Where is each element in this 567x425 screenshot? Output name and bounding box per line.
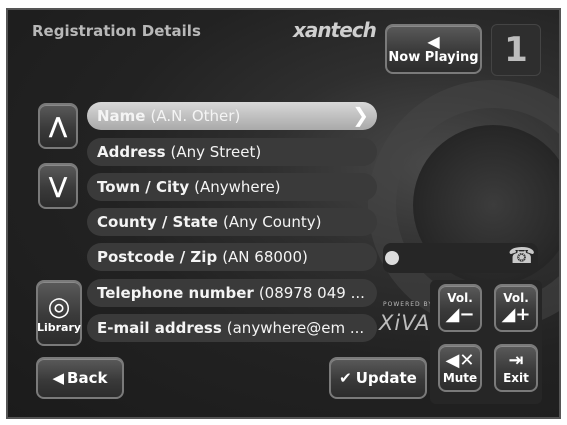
- mute-icon: ◀✕: [445, 350, 475, 371]
- field-value: (Any County): [222, 213, 322, 231]
- field-row-email[interactable]: E-mail address (anywhere@em ...: [87, 314, 377, 342]
- brand-logo: xantech: [293, 18, 377, 42]
- field-label: County / State: [97, 213, 218, 231]
- checkmark-icon: ✔: [339, 369, 352, 387]
- update-button[interactable]: ✔ Update: [329, 357, 427, 399]
- field-row-county-state[interactable]: County / State (Any County): [87, 208, 377, 236]
- field-row-address[interactable]: Address (Any Street): [87, 138, 377, 166]
- field-value: (A.N. Other): [150, 107, 241, 125]
- chevron-down-icon: ⋁: [48, 173, 68, 199]
- field-row-postcode-zip[interactable]: Postcode / Zip (AN 68000): [87, 243, 377, 271]
- exit-icon: ⇥: [508, 350, 524, 371]
- field-label: Postcode / Zip: [97, 248, 218, 266]
- back-arrow-icon: ◀: [52, 369, 65, 387]
- speaker-icon: ◀: [427, 31, 440, 51]
- field-value: (Any Street): [170, 143, 262, 161]
- field-value: (Anywhere): [194, 178, 281, 196]
- chevron-up-icon: ⋀: [48, 113, 68, 139]
- volume-up-button[interactable]: Vol. ◢+: [494, 284, 538, 332]
- scroll-down-button[interactable]: ⋁: [38, 163, 78, 209]
- powered-by-text: POWERED BY: [383, 301, 434, 308]
- field-label: Address: [97, 143, 166, 161]
- page-title: Registration Details: [32, 22, 201, 40]
- mute-label: Mute: [442, 371, 478, 385]
- library-label: Library: [36, 320, 82, 334]
- now-playing-button[interactable]: ◀ Now Playing: [385, 24, 482, 74]
- field-label: E-mail address: [97, 319, 222, 337]
- field-label: Name: [97, 107, 146, 125]
- field-value: (AN 68000): [222, 248, 308, 266]
- volume-down-button[interactable]: Vol. ◢−: [438, 284, 482, 332]
- back-button[interactable]: ◀ Back: [36, 357, 124, 399]
- scroll-up-button[interactable]: ⋀: [38, 103, 78, 149]
- now-playing-label: Now Playing: [388, 49, 479, 65]
- mute-button[interactable]: ◀✕ Mute: [438, 344, 482, 392]
- field-value: (08978 049 ...: [258, 284, 365, 302]
- plus-icon: ◢+: [501, 304, 531, 325]
- field-label: Telephone number: [97, 284, 254, 302]
- volume-down-label: Vol.: [447, 291, 473, 305]
- library-button[interactable]: ◎ Library: [36, 280, 82, 346]
- volume-up-label: Vol.: [503, 291, 529, 305]
- field-row-telephone[interactable]: Telephone number (08978 049 ...: [87, 279, 377, 307]
- field-row-name[interactable]: Name (A.N. Other) ❯: [87, 102, 377, 130]
- field-value: (anywhere@em ...: [226, 319, 365, 337]
- status-dot: [385, 251, 399, 265]
- field-label: Town / City: [97, 178, 190, 196]
- update-label: Update: [355, 369, 417, 387]
- field-row-town-city[interactable]: Town / City (Anywhere): [87, 173, 377, 201]
- disc-stack-icon: ◎: [47, 291, 71, 322]
- minus-icon: ◢−: [445, 304, 475, 325]
- chevron-right-icon: ❯: [352, 103, 369, 127]
- zone-number: 1: [491, 24, 541, 76]
- back-label: Back: [67, 369, 108, 387]
- xiva-logo: XiVA: [379, 311, 431, 335]
- phone-icon[interactable]: ☎: [508, 244, 535, 269]
- exit-label: Exit: [503, 371, 529, 385]
- exit-button[interactable]: ⇥ Exit: [494, 344, 538, 392]
